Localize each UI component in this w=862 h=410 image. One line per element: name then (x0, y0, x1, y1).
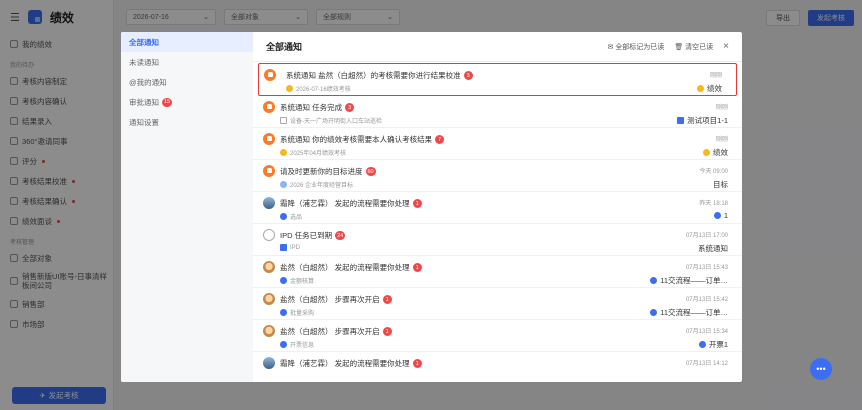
filter-mentions[interactable]: @我的通知 (121, 72, 253, 92)
count-badge: 1 (412, 199, 422, 208)
count-badge: 7 (435, 135, 445, 144)
performance-icon (280, 149, 287, 156)
count-badge: 3 (463, 71, 473, 80)
bell-icon (264, 69, 276, 81)
notification-main: 全部通知 ✉ 全部标记为已读 🗑 清空已读 × 系统通知 盐然（白超然）的考核需… (253, 32, 742, 382)
notification-filter-sidebar: 全部通知 未读通知 @我的通知 审批通知 15 通知设置 (121, 32, 253, 382)
workflow-icon (280, 277, 287, 284)
close-icon[interactable]: × (723, 41, 729, 52)
filter-all[interactable]: 全部通知 (121, 32, 253, 52)
workflow-icon (650, 277, 658, 284)
count-badge: 1 (412, 359, 422, 368)
workflow-icon (713, 212, 721, 219)
more-actions-button[interactable]: ••• (810, 358, 832, 380)
trash-icon: 🗑 (674, 43, 684, 51)
avatar (263, 357, 275, 369)
mark-all-read-button[interactable]: ✉ 全部标记为已读 (607, 42, 664, 52)
modal-header: 全部通知 ✉ 全部标记为已读 🗑 清空已读 × (253, 32, 742, 62)
cart-avatar-icon (263, 229, 275, 241)
notification-row[interactable]: 盐然（白超然） 步骤再次开启 1 批量采购 07月13日 15:42 11交流程—… (253, 288, 742, 320)
envelope-icon: ✉ (607, 43, 614, 51)
goal-icon (280, 181, 287, 188)
notification-row[interactable]: 请及时更新你的目标进度 60 2026 企业年度经营目标 今天 09:00 目标 (253, 160, 742, 192)
checkbox-icon (280, 117, 287, 124)
project-icon (677, 117, 685, 124)
notification-row[interactable]: IPD 任务已到期 24 IPD 07月13日 17:00 系统通知 (253, 224, 742, 256)
performance-icon (703, 149, 710, 156)
clear-read-button[interactable]: 🗑 清空已读 (674, 42, 713, 52)
avatar (263, 325, 275, 337)
count-badge: 1 (382, 295, 392, 304)
notification-settings[interactable]: 通知设置 (121, 112, 253, 132)
bell-icon (263, 165, 275, 177)
count-badge: 1 (382, 327, 392, 336)
notification-row[interactable]: 盐然（白超然） 发起的流程需要你处理 1 金额核算 07月13日 15:43 11… (253, 256, 742, 288)
avatar (263, 293, 275, 305)
workflow-icon (280, 213, 287, 220)
performance-icon (697, 85, 704, 92)
notification-row[interactable]: 系统通知 你的绩效考核需要本人确认考核结果 7 2025年04月绩效考核 刚刚 绩… (253, 128, 742, 160)
count-badge: 24 (335, 231, 346, 240)
workflow-icon (650, 309, 658, 316)
notification-row[interactable]: 盐然（白超然） 步骤再次开启 1 开票信息 07月13日 15:34 开票1 (253, 320, 742, 352)
notification-row[interactable]: 霜降（浦艺霖） 发起的流程需要你处理 1 07月13日 14:12 (253, 352, 742, 382)
notification-list: 系统通知 盐然（白超然）的考核需要你进行结果校准 3 2026-07-16绩效考核… (253, 62, 742, 382)
avatar (263, 261, 275, 273)
notification-modal: 全部通知 未读通知 @我的通知 审批通知 15 通知设置 全部通知 ✉ 全部标记为… (121, 32, 742, 382)
filter-approval[interactable]: 审批通知 15 (121, 92, 253, 112)
count-badge: 60 (365, 167, 376, 176)
more-icon: ••• (816, 364, 826, 374)
modal-title: 全部通知 (266, 42, 303, 52)
bell-icon (263, 133, 275, 145)
workflow-icon (280, 341, 287, 348)
notification-row[interactable]: 系统通知 盐然（白超然）的考核需要你进行结果校准 3 2026-07-16绩效考核… (258, 63, 737, 96)
notification-row[interactable]: 系统通知 任务完成 3 设备-天一广场开明街入口车站巡检 刚刚 测试项目1-1 (253, 96, 742, 128)
count-badge: 1 (412, 263, 422, 272)
workflow-icon (698, 341, 706, 348)
project-icon (280, 244, 287, 251)
count-badge: 15 (162, 97, 173, 107)
notification-row[interactable]: 霜降（浦艺霖） 发起的流程需要你处理 1 选品 昨天 18:18 1 (253, 192, 742, 224)
modal-actions: ✉ 全部标记为已读 🗑 清空已读 × (607, 41, 729, 52)
performance-icon (286, 85, 293, 92)
count-badge: 3 (345, 103, 355, 112)
bell-icon (263, 101, 275, 113)
filter-unread[interactable]: 未读通知 (121, 52, 253, 72)
workflow-icon (280, 309, 287, 316)
avatar (263, 197, 275, 209)
